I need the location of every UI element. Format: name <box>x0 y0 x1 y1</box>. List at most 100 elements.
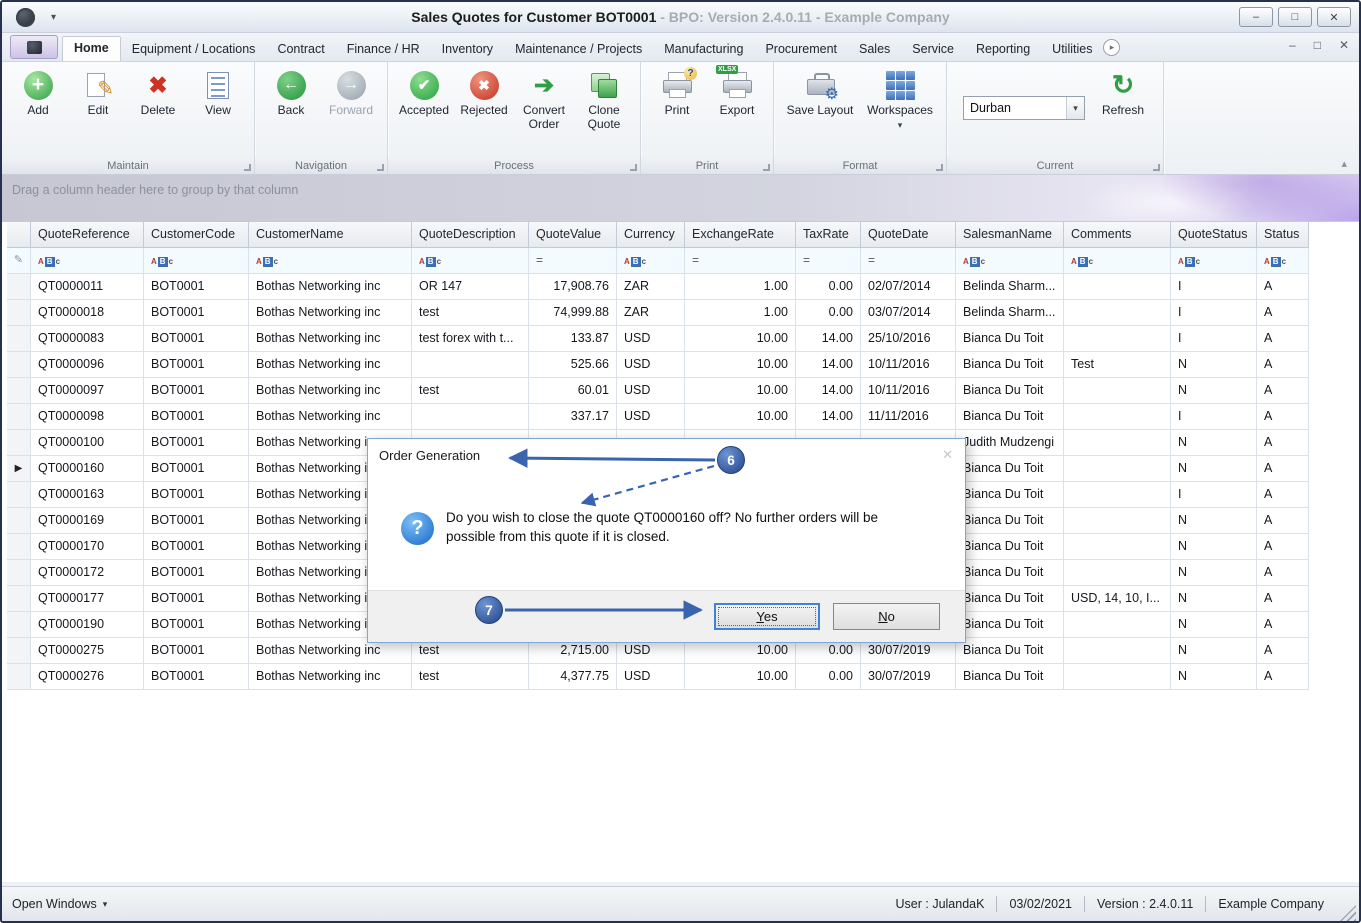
filter-cell-taxrate[interactable]: = <box>796 248 861 274</box>
grid-cell[interactable]: 10.00 <box>685 404 796 430</box>
app-icon[interactable] <box>16 7 35 27</box>
grid-cell[interactable]: BOT0001 <box>144 456 249 482</box>
grid-cell[interactable]: 14.00 <box>796 404 861 430</box>
tab-manufacturing[interactable]: Manufacturing <box>653 38 754 61</box>
grid-cell[interactable]: 337.17 <box>529 404 617 430</box>
grid-cell[interactable]: QT0000177 <box>31 586 144 612</box>
grid-cell[interactable]: I <box>1171 482 1257 508</box>
grid-row[interactable]: QT0000083 BOT0001 Bothas Networking inc tes… <box>7 326 1359 352</box>
tab-equipment-locations[interactable]: Equipment / Locations <box>121 38 267 61</box>
grid-cell[interactable]: N <box>1171 586 1257 612</box>
grid-cell[interactable]: QT0000275 <box>31 638 144 664</box>
grid-cell[interactable]: BOT0001 <box>144 508 249 534</box>
print-button[interactable]: ? Print <box>647 66 707 121</box>
grid-cell[interactable]: QT0000160 <box>31 456 144 482</box>
back-button[interactable]: ← Back <box>261 66 321 121</box>
grid-cell[interactable]: I <box>1171 326 1257 352</box>
grid-cell[interactable]: A <box>1257 274 1309 300</box>
grid-cell[interactable]: Bianca Du Toit <box>956 612 1064 638</box>
current-launcher-icon[interactable] <box>1153 164 1160 171</box>
grid-cell[interactable]: BOT0001 <box>144 586 249 612</box>
mdi-close-icon[interactable]: ✕ <box>1339 38 1349 52</box>
grid-cell[interactable]: QT0000096 <box>31 352 144 378</box>
grid-cell[interactable]: A <box>1257 664 1309 690</box>
grid-cell[interactable]: USD <box>617 326 685 352</box>
grid-cell[interactable]: Bianca Du Toit <box>956 482 1064 508</box>
view-button[interactable]: View <box>188 66 248 121</box>
grid-cell[interactable]: N <box>1171 456 1257 482</box>
grid-cell[interactable]: Bianca Du Toit <box>956 586 1064 612</box>
grid-cell[interactable]: 10.00 <box>685 378 796 404</box>
tab-service[interactable]: Service <box>901 38 965 61</box>
grid-cell[interactable] <box>1064 664 1171 690</box>
grid-cell[interactable]: USD, 14, 10, I... <box>1064 586 1171 612</box>
tab-utilities[interactable]: Utilities <box>1041 38 1103 61</box>
grid-cell[interactable]: BOT0001 <box>144 612 249 638</box>
grid-cell[interactable]: N <box>1171 378 1257 404</box>
grid-cell[interactable] <box>1064 508 1171 534</box>
grid-cell[interactable]: A <box>1257 586 1309 612</box>
group-by-bar[interactable]: Drag a column header here to group by th… <box>2 175 1359 221</box>
refresh-button[interactable]: ↻ Refresh <box>1093 66 1153 121</box>
grid-cell[interactable]: 1.00 <box>685 300 796 326</box>
grid-cell[interactable]: 02/07/2014 <box>861 274 956 300</box>
tab-contract[interactable]: Contract <box>266 38 335 61</box>
filter-cell-quotedate[interactable]: = <box>861 248 956 274</box>
process-launcher-icon[interactable] <box>630 164 637 171</box>
filter-cell-quotereference[interactable]: ABc <box>31 248 144 274</box>
grid-cell[interactable]: 10.00 <box>685 326 796 352</box>
grid-cell[interactable]: N <box>1171 560 1257 586</box>
grid-cell[interactable]: I <box>1171 274 1257 300</box>
grid-cell[interactable]: USD <box>617 664 685 690</box>
grid-cell[interactable]: QT0000276 <box>31 664 144 690</box>
close-button[interactable]: ✕ <box>1317 7 1351 27</box>
grid-cell[interactable]: Bianca Du Toit <box>956 664 1064 690</box>
grid-cell[interactable]: Bianca Du Toit <box>956 456 1064 482</box>
grid-cell[interactable]: BOT0001 <box>144 300 249 326</box>
column-header-quotedescription[interactable]: QuoteDescription <box>412 222 529 248</box>
grid-cell[interactable] <box>1064 404 1171 430</box>
grid-cell[interactable]: A <box>1257 326 1309 352</box>
filter-cell-salesmanname[interactable]: ABc <box>956 248 1064 274</box>
grid-cell[interactable]: A <box>1257 638 1309 664</box>
grid-cell[interactable]: 10.00 <box>685 664 796 690</box>
grid-cell[interactable]: 11/11/2016 <box>861 404 956 430</box>
grid-cell[interactable]: N <box>1171 534 1257 560</box>
grid-cell[interactable]: 25/10/2016 <box>861 326 956 352</box>
tab-maintenance-projects[interactable]: Maintenance / Projects <box>504 38 653 61</box>
grid-cell[interactable]: A <box>1257 508 1309 534</box>
grid-cell[interactable]: 10/11/2016 <box>861 352 956 378</box>
grid-cell[interactable] <box>1064 274 1171 300</box>
grid-cell[interactable]: N <box>1171 664 1257 690</box>
tab-scroll-icon[interactable]: ▸ <box>1103 39 1121 56</box>
delete-button[interactable]: ✖ Delete <box>128 66 188 121</box>
grid-cell[interactable] <box>1064 378 1171 404</box>
grid-cell[interactable] <box>1064 560 1171 586</box>
grid-cell[interactable]: BOT0001 <box>144 352 249 378</box>
clone-quote-button[interactable]: Clone Quote <box>574 66 634 135</box>
grid-cell[interactable] <box>1064 430 1171 456</box>
grid-cell[interactable]: Bianca Du Toit <box>956 352 1064 378</box>
filter-cell-status[interactable]: ABc <box>1257 248 1309 274</box>
minimize-button[interactable]: – <box>1239 7 1273 27</box>
tab-reporting[interactable]: Reporting <box>965 38 1041 61</box>
filter-cell-customername[interactable]: ABc <box>249 248 412 274</box>
workspaces-button[interactable]: Workspaces ▾ <box>860 66 940 133</box>
grid-row[interactable]: QT0000096 BOT0001 Bothas Networking inc 525… <box>7 352 1359 378</box>
grid-cell[interactable] <box>412 404 529 430</box>
column-header-status[interactable]: Status <box>1257 222 1309 248</box>
grid-cell[interactable]: BOT0001 <box>144 482 249 508</box>
grid-cell[interactable] <box>1064 326 1171 352</box>
navigation-launcher-icon[interactable] <box>377 164 384 171</box>
grid-cell[interactable]: QT0000190 <box>31 612 144 638</box>
grid-cell[interactable] <box>1064 612 1171 638</box>
grid-cell[interactable]: BOT0001 <box>144 664 249 690</box>
column-header-salesmanname[interactable]: SalesmanName <box>956 222 1064 248</box>
convert-order-button[interactable]: ➔ Convert Order <box>514 66 574 135</box>
grid-cell[interactable]: 525.66 <box>529 352 617 378</box>
ribbon-collapse-icon[interactable]: ▴ <box>1341 157 1347 170</box>
grid-cell[interactable]: N <box>1171 638 1257 664</box>
grid-cell[interactable]: QT0000170 <box>31 534 144 560</box>
tab-inventory[interactable]: Inventory <box>431 38 504 61</box>
grid-cell[interactable]: 10.00 <box>685 352 796 378</box>
